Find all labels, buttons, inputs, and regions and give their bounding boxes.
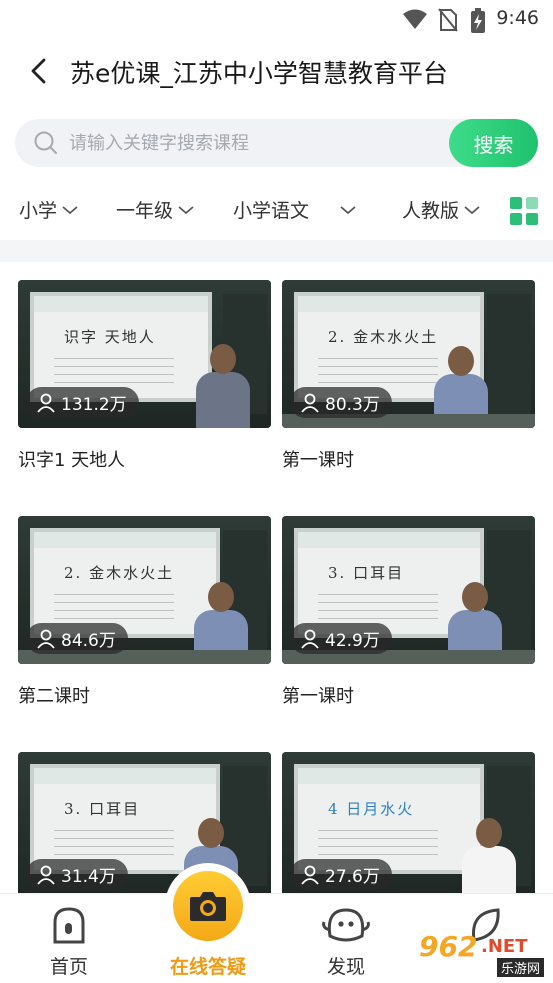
video-card[interactable]: 识字 天地人 131.2万 识字1 天地人 <box>18 280 271 472</box>
views-badge: 131.2万 <box>26 387 139 418</box>
views-badge: 27.6万 <box>290 859 392 890</box>
filter-label: 人教版 <box>402 200 460 222</box>
slide-title: 2. 金木水火土 <box>64 564 175 582</box>
filter-edition[interactable]: 人教版 <box>402 196 481 223</box>
status-time: 9:46 <box>496 7 539 29</box>
views-badge: 31.4万 <box>26 859 128 890</box>
user-icon <box>37 865 55 885</box>
nav-discover[interactable]: 发现 <box>296 894 396 983</box>
camera-button-inner <box>173 871 243 941</box>
views-count: 131.2万 <box>61 395 127 415</box>
title-bar: 苏e优课_江苏中小学智慧教育平台 <box>0 40 553 102</box>
slide-title: 2. 金木水火土 <box>328 328 439 346</box>
video-title: 识字1 天地人 <box>18 450 126 471</box>
filter-label: 小学语文 <box>233 200 310 222</box>
video-card[interactable]: 2. 金木水火土 84.6万 第二课时 <box>18 516 271 708</box>
chevron-down-icon <box>340 205 356 214</box>
search-bar: 搜索 <box>15 119 538 167</box>
video-card[interactable]: 4 日月水火 27.6万 <box>282 752 535 900</box>
back-button[interactable] <box>24 54 54 88</box>
video-thumbnail: 识字 天地人 131.2万 <box>18 280 271 428</box>
status-bar: 9:46 <box>0 0 553 40</box>
slide-title: 3. 口耳目 <box>328 564 405 582</box>
chevron-left-icon <box>31 58 46 84</box>
user-icon <box>301 629 319 649</box>
search-input[interactable] <box>69 127 439 159</box>
camera-icon <box>190 892 226 921</box>
ghost-icon <box>322 908 370 942</box>
page-title: 苏e优课_江苏中小学智慧教育平台 <box>70 59 448 88</box>
filter-bar: 小学 一年级 小学语文 人教版 <box>0 190 553 232</box>
home-icon <box>53 907 85 944</box>
wifi-icon <box>403 9 427 29</box>
views-count: 27.6万 <box>325 867 380 887</box>
watermark-number: 962 <box>419 930 478 963</box>
slide-title: 识字 天地人 <box>64 328 156 346</box>
grid-view-icon[interactable] <box>509 196 539 226</box>
watermark-subtitle: 乐游网 <box>497 958 545 977</box>
user-icon <box>301 865 319 885</box>
views-badge: 84.6万 <box>26 623 128 654</box>
nav-label: 发现 <box>326 956 365 978</box>
filter-label: 小学 <box>19 200 58 222</box>
filter-stage[interactable]: 小学 <box>19 196 79 223</box>
slide-title: 3. 口耳目 <box>64 800 141 818</box>
no-sim-icon <box>438 8 458 32</box>
video-card[interactable]: 3. 口耳目 42.9万 第一课时 <box>282 516 535 708</box>
views-badge: 42.9万 <box>290 623 392 654</box>
filter-label: 一年级 <box>116 200 174 222</box>
views-badge: 80.3万 <box>290 387 392 418</box>
watermark-domain: .NET <box>481 936 528 957</box>
video-title: 第二课时 <box>18 686 90 707</box>
video-thumbnail: 2. 金木水火土 80.3万 <box>282 280 535 428</box>
chevron-down-icon <box>62 205 78 214</box>
filter-grade[interactable]: 一年级 <box>116 196 195 223</box>
site-watermark: 962 .NET 乐游网 <box>413 930 547 977</box>
user-icon <box>37 393 55 413</box>
nav-home[interactable]: 首页 <box>19 894 119 983</box>
user-icon <box>301 393 319 413</box>
search-button[interactable]: 搜索 <box>449 119 538 167</box>
video-thumbnail: 2. 金木水火土 84.6万 <box>18 516 271 664</box>
chevron-down-icon <box>464 205 480 214</box>
video-title: 第一课时 <box>282 686 354 707</box>
views-count: 84.6万 <box>61 631 116 651</box>
video-card[interactable]: 2. 金木水火土 80.3万 第一课时 <box>282 280 535 472</box>
nav-label: 在线答疑 <box>169 956 246 978</box>
battery-charging-icon <box>471 8 485 33</box>
video-thumbnail: 4 日月水火 27.6万 <box>282 752 535 900</box>
views-count: 31.4万 <box>61 867 116 887</box>
user-icon <box>37 629 55 649</box>
camera-button[interactable] <box>165 863 251 949</box>
search-icon <box>34 131 57 154</box>
views-count: 80.3万 <box>325 395 380 415</box>
video-thumbnail: 3. 口耳目 42.9万 <box>282 516 535 664</box>
nav-label: 首页 <box>49 956 88 978</box>
views-count: 42.9万 <box>325 631 380 651</box>
slide-title: 4 日月水火 <box>328 800 415 818</box>
chevron-down-icon <box>178 205 194 214</box>
video-title: 第一课时 <box>282 450 354 471</box>
filter-subject[interactable]: 小学语文 <box>233 196 357 223</box>
section-divider <box>0 240 553 262</box>
